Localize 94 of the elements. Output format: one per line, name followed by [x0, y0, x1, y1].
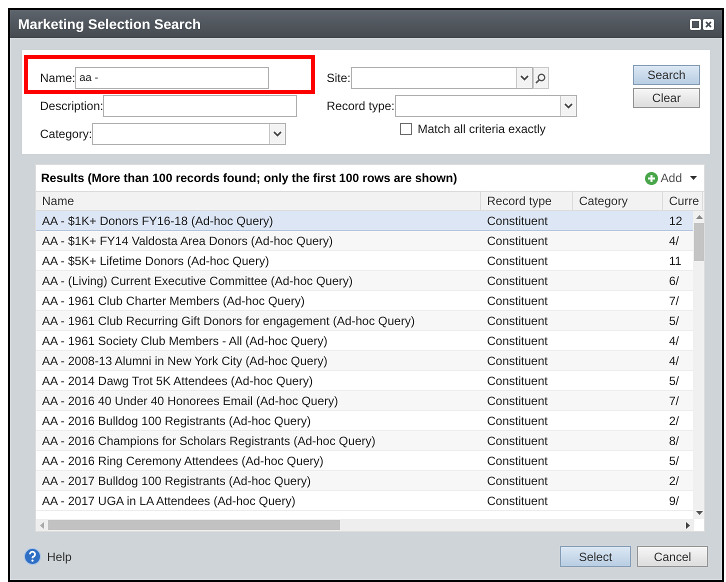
field-label: Category:: [40, 126, 92, 143]
table-cell-text: Constituent: [487, 312, 548, 330]
table-cell-text: 5/: [669, 312, 680, 330]
table-cell-text: 6/: [669, 272, 680, 290]
caret-icon: [269, 124, 286, 144]
table-cell-text: AA - 2016 Champions for Scholars Registrants (Ad-hoc Query): [42, 432, 376, 450]
table-cell-text: 2/: [669, 472, 680, 490]
checkbox-label: Match all criteria exactly: [418, 121, 546, 138]
field-label: Site:: [326, 70, 351, 87]
caret-icon[interactable]: [690, 176, 697, 180]
scroll-left-icon[interactable]: [40, 522, 44, 528]
scroll-thumb[interactable]: [694, 223, 704, 261]
table-cell-text: 12: [669, 212, 682, 230]
table-cell-text: 4/: [669, 332, 680, 350]
table-cell-text: Constituent: [487, 432, 548, 450]
table-cell-text: Constituent: [487, 332, 548, 350]
table-cell-text: 7/: [669, 292, 680, 310]
column-header[interactable]: Record type: [481, 192, 573, 210]
table-cell-text: AA - 1961 Society Club Members - All (Ad-hoc Query): [42, 332, 328, 350]
scroll-right-icon[interactable]: [686, 522, 690, 528]
table-cell-text: Constituent: [487, 212, 548, 230]
table-cell-text: 9/: [669, 492, 680, 510]
select-button[interactable]: Select: [560, 546, 631, 567]
help-icon: [24, 548, 41, 565]
table-cell-text: 11: [669, 252, 682, 270]
table-row[interactable]: AA - 2016 40 Under 40 Honorees Email (Ad-hoc Query) Constituent 7/: [36, 391, 693, 411]
cancel-button[interactable]: Cancel: [637, 546, 708, 567]
column-header[interactable]: Name: [36, 192, 481, 210]
search-icon[interactable]: [532, 67, 549, 89]
table-cell-text: AA - 2017 UGA in LA Attendees (Ad-hoc Query): [42, 492, 296, 510]
table-row[interactable]: AA - (Living) Current Executive Committee (Ad-hoc Query) Constituent 6/: [36, 271, 693, 291]
table-cell-text: 4/: [669, 352, 680, 370]
table-cell-text: Constituent: [487, 372, 548, 390]
table-row[interactable]: AA - $1K+ Donors FY16-18 (Ad-hoc Query) Constituent 12: [36, 211, 693, 231]
caret-icon: [516, 68, 532, 88]
table-cell-text: Constituent: [487, 252, 548, 270]
scroll-thumb[interactable]: [48, 520, 340, 530]
table-row[interactable]: AA - 2017 Bulldog 100 Registrants (Ad-hoc Query) Constituent 2/: [36, 471, 693, 491]
table-cell-text: AA - 2017 Bulldog 100 Registrants (Ad-hoc Query): [42, 472, 311, 490]
table-cell-text: AA - 2016 Bulldog 100 Registrants (Ad-hoc Query): [42, 412, 311, 430]
table-row[interactable]: AA - 1961 Club Recurring Gift Donors for engagement (Ad-hoc Query) Constituent 5/: [36, 311, 693, 331]
clear-button[interactable]: Clear: [633, 88, 700, 108]
table-cell-text: AA - $1K+ FY14 Valdosta Area Donors (Ad-hoc Query): [42, 232, 333, 250]
close-icon[interactable]: [703, 18, 714, 30]
plus-icon: [644, 172, 658, 184]
table-cell-text: AA - 2014 Dawg Trot 5K Attendees (Ad-hoc Query): [42, 372, 313, 390]
table-cell-text: Constituent: [487, 232, 548, 250]
window-title: Marketing Selection Search: [18, 14, 202, 34]
table-row[interactable]: AA - 2008-13 Alumni in New York City (Ad-hoc Query) Constituent 4/: [36, 351, 693, 371]
table-cell-text: Constituent: [487, 472, 548, 490]
text-field[interactable]: [103, 95, 298, 117]
table-cell-text: 4/: [669, 232, 680, 250]
table-cell-text: 2/: [669, 412, 680, 430]
table-cell-text: AA - 2008-13 Alumni in New York City (Ad-hoc Query): [42, 352, 328, 370]
scrollbar[interactable]: [36, 519, 694, 531]
scrollbar[interactable]: [693, 211, 704, 519]
add-button[interactable]: Add: [644, 169, 682, 187]
table-row[interactable]: AA - $1K+ FY14 Valdosta Area Donors (Ad-hoc Query) Constituent 4/: [36, 231, 693, 251]
scroll-down-icon[interactable]: [696, 511, 702, 515]
table-cell-text: AA - $1K+ Donors FY16-18 (Ad-hoc Query): [42, 212, 274, 230]
field-label: Name:: [40, 70, 76, 87]
table-cell-text: AA - $5K+ Lifetime Donors (Ad-hoc Query): [42, 252, 270, 270]
table-cell-text: Constituent: [487, 492, 548, 510]
table-cell-text: 5/: [669, 452, 680, 470]
table-cell-text: AA - (Living) Current Executive Committee (Ad-hoc Query): [42, 272, 353, 290]
table-cell-text: AA - 2016 40 Under 40 Honorees Email (Ad-hoc Query): [42, 392, 338, 410]
table-cell-text: Constituent: [487, 352, 548, 370]
table-cell-text: AA - 2016 Ring Ceremony Attendees (Ad-hoc Query): [42, 452, 324, 470]
dropdown-field[interactable]: [92, 123, 286, 145]
table-cell-text: AA - 1961 Club Charter Members (Ad-hoc Query): [42, 292, 305, 310]
table-row[interactable]: AA - 2016 Champions for Scholars Registrants (Ad-hoc Query) Constituent 8/: [36, 431, 693, 451]
text-field[interactable]: aa -: [75, 67, 270, 89]
caret-icon: [560, 96, 576, 116]
table-cell-text: Constituent: [487, 272, 548, 290]
scroll-up-icon[interactable]: [696, 215, 702, 219]
table-cell-text: AA - 1961 Club Recurring Gift Donors for engagement (Ad-hoc Query): [42, 312, 415, 330]
table-cell-text: Constituent: [487, 392, 548, 410]
table-cell-text: 7/: [669, 392, 680, 410]
column-header[interactable]: Category: [573, 192, 663, 210]
field-label: Record type:: [326, 98, 395, 115]
help-button[interactable]: Help: [24, 548, 72, 566]
table-cell-text: Constituent: [487, 292, 548, 310]
results-title: Results (More than 100 records found; only the first 100 rows are shown): [41, 170, 458, 187]
checkbox[interactable]: [400, 123, 412, 135]
table-cell-text: Constituent: [487, 412, 548, 430]
dropdown-field[interactable]: [394, 95, 577, 117]
field-label: Description:: [40, 98, 104, 115]
dropdown-field[interactable]: [350, 67, 533, 89]
maximize-icon[interactable]: [690, 18, 701, 30]
table-cell-text: 8/: [669, 432, 680, 450]
column-header[interactable]: Curre: [663, 192, 703, 210]
search-button[interactable]: Search: [633, 65, 700, 85]
table-cell-text: 5/: [669, 372, 680, 390]
table-cell-text: Constituent: [487, 452, 548, 470]
